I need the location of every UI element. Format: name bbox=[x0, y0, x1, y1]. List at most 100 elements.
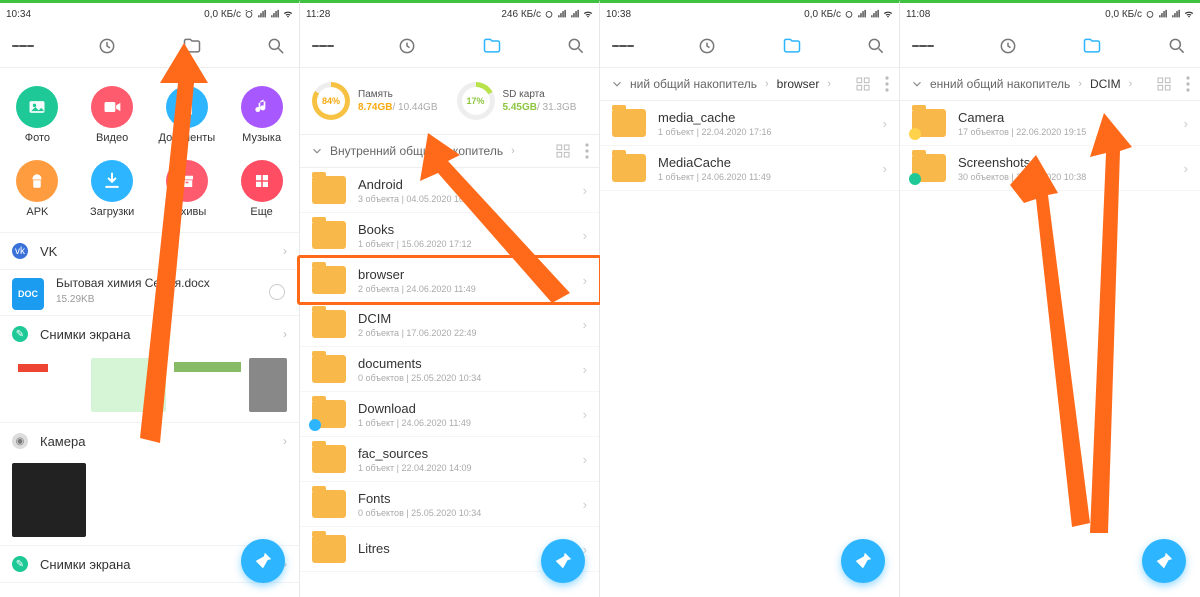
history-button[interactable] bbox=[997, 35, 1019, 57]
search-button[interactable] bbox=[565, 35, 587, 57]
signal-icon bbox=[870, 9, 880, 19]
recent-section-camera[interactable]: ◉ Камера › bbox=[0, 422, 299, 459]
category-docs[interactable]: Документы bbox=[150, 80, 225, 154]
screen-home: 10:34 0,0 КБ/с Фото Видео bbox=[0, 0, 300, 597]
select-checkbox[interactable] bbox=[269, 284, 285, 300]
folder-row[interactable]: documents0 объектов | 25.05.2020 10:34› bbox=[300, 347, 599, 392]
chevron-down-icon bbox=[310, 144, 324, 158]
alarm-icon bbox=[244, 9, 254, 19]
chevron-right-icon: › bbox=[583, 317, 587, 332]
folder-row[interactable]: Books1 объект | 15.06.2020 17:12› bbox=[300, 213, 599, 258]
category-archives[interactable]: Архивы bbox=[150, 154, 225, 228]
folder-icon bbox=[912, 109, 946, 137]
breadcrumb[interactable]: енний общий накопитель › DCIM › bbox=[900, 68, 1200, 100]
more-icon[interactable] bbox=[1186, 76, 1190, 92]
camera-icon: ◉ bbox=[12, 433, 28, 449]
cleaner-fab[interactable] bbox=[541, 539, 585, 583]
signal-icon bbox=[557, 9, 567, 19]
screenshot-icon: ✎ bbox=[12, 556, 28, 572]
cleaner-fab[interactable] bbox=[241, 539, 285, 583]
doc-icon: DOC bbox=[12, 278, 44, 310]
menu-button[interactable] bbox=[912, 35, 934, 57]
recent-file[interactable]: DOC Бытовая химия Семья.docx 15.29KB bbox=[0, 269, 299, 315]
browse-tab-active[interactable] bbox=[1081, 35, 1103, 57]
toolbar bbox=[600, 25, 899, 67]
chevron-right-icon: › bbox=[883, 116, 887, 131]
chevron-right-icon: › bbox=[765, 78, 769, 90]
search-icon bbox=[266, 36, 286, 56]
breadcrumb[interactable]: ний общий накопитель › browser › bbox=[600, 68, 899, 100]
recent-section-vk[interactable]: vk VK › bbox=[0, 232, 299, 269]
storage-sdcard[interactable]: 17% SD карта 5.45GB/ 31.3GB bbox=[453, 78, 592, 124]
chevron-right-icon: › bbox=[283, 434, 287, 448]
browse-tab[interactable] bbox=[181, 35, 203, 57]
screen-browser-folder: 10:38 0,0 КБ/с ний общий накопитель › br… bbox=[600, 0, 900, 597]
folder-row[interactable]: fac_sources1 объект | 22.04.2020 14:09› bbox=[300, 437, 599, 482]
folder-icon bbox=[612, 154, 646, 182]
broom-icon bbox=[1153, 550, 1175, 572]
category-apk[interactable]: APK bbox=[0, 154, 75, 228]
breadcrumb[interactable]: Внутренний общий накопитель › bbox=[300, 135, 599, 167]
folder-row[interactable]: Download1 объект | 24.06.2020 11:49› bbox=[300, 392, 599, 437]
storage-internal[interactable]: 84% Память 8.74GB/ 10.44GB bbox=[308, 78, 447, 124]
menu-button[interactable] bbox=[312, 35, 334, 57]
menu-button[interactable] bbox=[12, 35, 34, 57]
folder-icon bbox=[312, 221, 346, 249]
search-button[interactable] bbox=[265, 35, 287, 57]
category-downloads[interactable]: Загрузки bbox=[75, 154, 150, 228]
thumbnail[interactable] bbox=[249, 358, 287, 412]
camera-thumbnail[interactable] bbox=[12, 463, 86, 537]
history-button[interactable] bbox=[396, 35, 418, 57]
grid-view-icon[interactable] bbox=[855, 76, 871, 92]
folder-icon bbox=[312, 400, 346, 428]
chevron-right-icon: › bbox=[283, 327, 287, 341]
cleaner-fab[interactable] bbox=[841, 539, 885, 583]
menu-button[interactable] bbox=[612, 35, 634, 57]
toolbar bbox=[0, 25, 299, 67]
toolbar bbox=[300, 25, 599, 67]
category-video[interactable]: Видео bbox=[75, 80, 150, 154]
alarm-icon bbox=[1145, 9, 1155, 19]
folder-row[interactable]: browser2 объекта | 24.06.2020 11:49› bbox=[300, 258, 599, 302]
folder-row[interactable]: Camera17 объектов | 22.06.2020 19:15› bbox=[900, 101, 1200, 146]
grid-view-icon[interactable] bbox=[1156, 76, 1172, 92]
search-icon bbox=[866, 36, 886, 56]
history-button[interactable] bbox=[96, 35, 118, 57]
grid-view-icon[interactable] bbox=[555, 143, 571, 159]
category-music[interactable]: Музыка bbox=[224, 80, 299, 154]
recent-section-screenshots[interactable]: ✎ Снимки экрана › bbox=[0, 315, 299, 352]
category-label: Фото bbox=[25, 132, 50, 144]
thumbnail[interactable] bbox=[12, 358, 87, 412]
folder-row[interactable]: Fonts0 объектов | 25.05.2020 10:34› bbox=[300, 482, 599, 527]
search-button[interactable] bbox=[1166, 35, 1188, 57]
browse-tab-active[interactable] bbox=[781, 35, 803, 57]
broom-icon bbox=[252, 550, 274, 572]
folder-row[interactable]: MediaCache1 объект | 24.06.2020 11:49› bbox=[600, 146, 899, 191]
music-icon bbox=[252, 97, 272, 117]
broom-icon bbox=[852, 550, 874, 572]
folder-row[interactable]: Android3 объекта | 04.05.2020 10:07› bbox=[300, 168, 599, 213]
folder-icon bbox=[312, 355, 346, 383]
more-icon[interactable] bbox=[585, 143, 589, 159]
wifi-icon bbox=[883, 9, 893, 19]
category-more[interactable]: Еще bbox=[224, 154, 299, 228]
more-icon[interactable] bbox=[885, 76, 889, 92]
category-photo[interactable]: Фото bbox=[0, 80, 75, 154]
archive-icon bbox=[178, 172, 196, 190]
folder-row[interactable]: Screenshots30 объектов | 25.06.2020 10:3… bbox=[900, 146, 1200, 191]
folder-row[interactable]: media_cache1 объект | 22.04.2020 17:16› bbox=[600, 101, 899, 146]
browse-tab-active[interactable] bbox=[481, 35, 503, 57]
screenshot-icon: ✎ bbox=[12, 326, 28, 342]
chevron-down-icon bbox=[610, 77, 624, 91]
video-icon bbox=[102, 97, 122, 117]
status-bar: 10:38 0,0 КБ/с bbox=[600, 3, 899, 25]
cleaner-fab[interactable] bbox=[1142, 539, 1186, 583]
signal-icon bbox=[257, 9, 267, 19]
signal-icon bbox=[270, 9, 280, 19]
search-button[interactable] bbox=[865, 35, 887, 57]
chevron-right-icon: › bbox=[827, 78, 831, 90]
thumbnail[interactable] bbox=[91, 358, 166, 412]
folder-row[interactable]: DCIM2 объекта | 17.06.2020 22:49› bbox=[300, 302, 599, 347]
history-button[interactable] bbox=[696, 35, 718, 57]
thumbnail[interactable] bbox=[170, 358, 245, 412]
